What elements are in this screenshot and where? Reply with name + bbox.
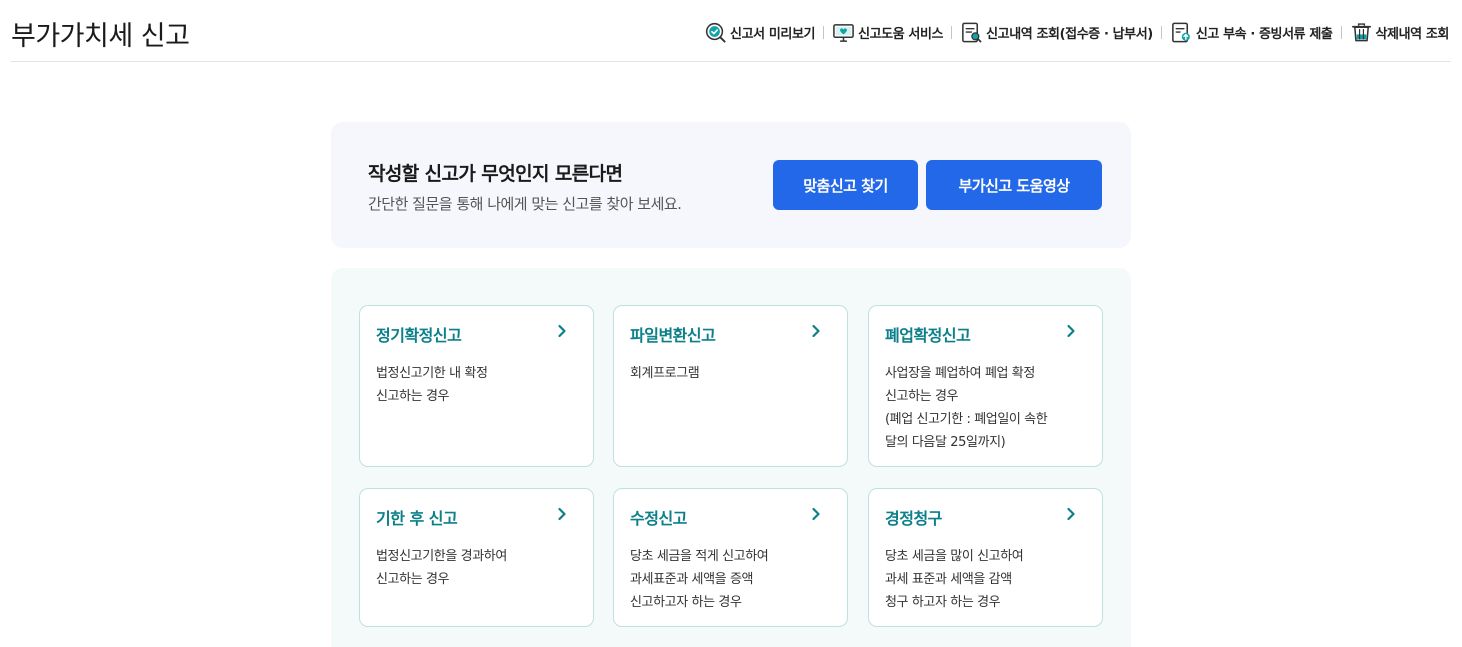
guide-title: 작성할 신고가 무엇인지 모른다면 [368,163,623,185]
card-description: 당초 세금을 많이 신고하여 과세 표준과 세액을 감액 청구 하고자 하는 경… [885,549,1024,610]
chevron-right-icon [558,324,566,338]
card-closure-final-filing[interactable]: 폐업확정신고 사업장을 폐업하여 폐업 확정 신고하는 경우 (폐업 신고기한 … [868,305,1103,467]
card-description: 당초 세금을 적게 신고하여 과세표준과 세액을 증액 신고하고자 하는 경우 [630,549,769,610]
find-custom-filing-button[interactable]: 맞춤신고 찾기 [773,160,918,210]
magnifier-check-icon [705,22,726,43]
filing-help-video-button[interactable]: 부가신고 도움영상 [926,160,1102,210]
page-header: 부가가치세 신고 신고서 미리보기 신고도움 서비스 신고내역 조회(접수증 ·… [11,0,1451,62]
chevron-right-icon [812,324,820,338]
divider [823,25,825,39]
card-title: 폐업확정신고 [885,326,971,345]
chevron-right-icon [1067,324,1075,338]
chevron-right-icon [558,507,566,521]
page-title: 부가가치세 신고 [11,21,190,52]
card-title: 수정신고 [630,509,687,528]
filing-type-panel: 정기확정신고 법정신고기한 내 확정 신고하는 경우 파일변환신고 회계프로그램… [331,268,1131,647]
card-refund-claim[interactable]: 경정청구 당초 세금을 많이 신고하여 과세 표준과 세액을 감액 청구 하고자… [868,488,1103,627]
tool-label: 삭제내역 조회 [1375,26,1450,42]
monitor-heart-icon [833,23,854,42]
guide-description: 간단한 질문을 통해 나에게 맞는 신고를 찾아 보세요. [368,195,682,213]
card-regular-final-filing[interactable]: 정기확정신고 법정신고기한 내 확정 신고하는 경우 [359,305,594,467]
filing-history-link[interactable]: 신고내역 조회(접수증 · 납부서) [960,21,1153,44]
preview-report-link[interactable]: 신고서 미리보기 [704,21,815,44]
custom-filing-guide: 작성할 신고가 무엇인지 모른다면 간단한 질문을 통해 나에게 맞는 신고를 … [331,122,1131,248]
divider [951,25,953,39]
chevron-right-icon [812,507,820,521]
chevron-right-icon [1067,507,1075,521]
card-title: 파일변환신고 [630,326,716,345]
submit-attachments-link[interactable]: 신고 부속 · 증빙서류 제출 [1170,21,1333,44]
filing-help-service-link[interactable]: 신고도움 서비스 [832,21,944,44]
card-title: 기한 후 신고 [376,509,458,528]
card-title: 정기확정신고 [376,326,462,345]
card-title: 경정청구 [885,509,942,528]
card-description: 회계프로그램 [630,366,700,381]
card-description: 사업장을 폐업하여 폐업 확정 신고하는 경우 (폐업 신고기한 : 폐업일이 … [885,366,1048,450]
card-file-conversion-filing[interactable]: 파일변환신고 회계프로그램 [613,305,848,467]
tool-label: 신고내역 조회(접수증 · 납부서) [986,26,1153,42]
trash-bin-icon [1351,22,1371,41]
divider [1340,25,1342,39]
card-late-filing[interactable]: 기한 후 신고 법정신고기한을 경과하여 신고하는 경우 [359,488,594,627]
document-upload-icon [1171,22,1190,42]
tool-label: 신고서 미리보기 [730,26,816,42]
card-description: 법정신고기한을 경과하여 신고하는 경우 [376,549,507,587]
tool-label: 신고도움 서비스 [858,26,944,42]
header-toolbar: 신고서 미리보기 신고도움 서비스 신고내역 조회(접수증 · 납부서) 신고 … [704,19,1449,45]
document-search-icon [962,22,982,42]
tool-label: 신고 부속 · 증빙서류 제출 [1195,26,1333,42]
card-description: 법정신고기한 내 확정 신고하는 경우 [376,366,488,404]
deleted-history-link[interactable]: 삭제내역 조회 [1350,21,1450,44]
divider [1160,25,1162,39]
card-amended-filing[interactable]: 수정신고 당초 세금을 적게 신고하여 과세표준과 세액을 증액 신고하고자 하… [613,488,848,627]
